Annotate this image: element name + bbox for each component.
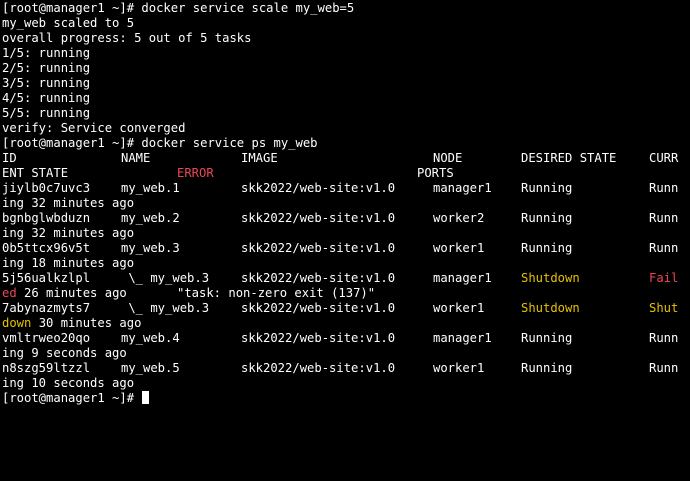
task-current-state: Runn	[649, 331, 679, 345]
task-current-state: Runn	[649, 181, 679, 195]
task-id: jiylb0c7uvc3	[2, 181, 91, 195]
task-current-state-cont: ed 26 minutes ago	[2, 286, 127, 301]
table-row-wrap: down 30 minutes ago	[2, 316, 690, 331]
task-current-state: Runn	[649, 211, 679, 225]
table-row: vmltrweo20qo my_web.4 skk2022/web-site:v…	[2, 331, 690, 346]
header-current-state-cont: ENT STATE	[2, 166, 69, 180]
table-row-wrap: ing 32 minutes ago	[2, 196, 690, 211]
table-row: 5j56ualkzlpl \_ my_web.3 skk2022/web-sit…	[2, 271, 690, 286]
task-node: worker1	[433, 241, 485, 255]
task-current-state-time: 30 minutes ago	[31, 316, 142, 330]
task-current-state-cont: ing 10 seconds ago	[2, 376, 135, 390]
output-line: overall progress: 5 out of 5 tasks	[2, 31, 252, 45]
output-line: 5/5: running	[2, 106, 91, 120]
cursor-block[interactable]	[142, 391, 150, 404]
task-name: my_web.3	[121, 241, 180, 255]
task-node: manager1	[433, 271, 492, 285]
task-image: skk2022/web-site:v1.0	[241, 241, 396, 255]
task-current-state-cont: ing 32 minutes ago	[2, 226, 135, 240]
output-line: 3/5: running	[2, 76, 91, 90]
task-current-state-suffix: ed	[2, 286, 17, 300]
header-error: ERROR	[177, 166, 214, 180]
task-id: 5j56ualkzlpl	[2, 271, 91, 285]
table-row-wrap: ed 26 minutes ago "task: non-zero exit (…	[2, 286, 690, 301]
task-name: my_web.2	[121, 211, 180, 225]
task-current-state-cont: ing 32 minutes ago	[2, 196, 135, 210]
header-current-state: CURR	[649, 151, 679, 165]
shell-prompt: [root@manager1 ~]#	[2, 391, 142, 405]
task-image: skk2022/web-site:v1.0	[241, 211, 396, 225]
task-id: n8szg59ltzzl	[2, 361, 91, 375]
task-name: my_web.4	[121, 331, 180, 345]
table-row-wrap: ing 10 seconds ago	[2, 376, 690, 391]
task-node: manager1	[433, 331, 492, 345]
table-row-wrap: ing 9 seconds ago	[2, 346, 690, 361]
output-line: 4/5: running	[2, 91, 91, 105]
task-id: vmltrweo20qo	[2, 331, 91, 345]
output-line: my_web scaled to 5	[2, 16, 135, 30]
table-row-wrap: ing 32 minutes ago	[2, 226, 690, 241]
table-header-wrap: ENT STATE ERROR PORTS	[2, 166, 690, 181]
task-image: skk2022/web-site:v1.0	[241, 361, 396, 375]
task-image: skk2022/web-site:v1.0	[241, 181, 396, 195]
terminal-window[interactable]: [root@manager1 ~]# docker service scale …	[0, 0, 690, 411]
task-current-state: Fail	[649, 271, 679, 285]
task-desired-state: Shutdown	[521, 301, 580, 315]
command-line[interactable]: [root@manager1 ~]#	[2, 391, 690, 406]
task-node: worker2	[433, 211, 485, 225]
table-row: bgnbglwbduzn my_web.2 skk2022/web-site:v…	[2, 211, 690, 226]
command-line: [root@manager1 ~]# docker service scale …	[2, 1, 690, 16]
task-current-state: Runn	[649, 361, 679, 375]
task-image: skk2022/web-site:v1.0	[241, 271, 396, 285]
output-line: verify: Service converged	[2, 121, 186, 135]
task-node: manager1	[433, 181, 492, 195]
table-row-wrap: ing 18 minutes ago	[2, 256, 690, 271]
table-row: 7abynazmyts7 \_ my_web.3 skk2022/web-sit…	[2, 301, 690, 316]
task-node: worker1	[433, 361, 485, 375]
output-line: 2/5: running	[2, 61, 91, 75]
output-line: 1/5: running	[2, 46, 91, 60]
task-current-state: Runn	[649, 241, 679, 255]
header-desired-state: DESIRED STATE	[521, 151, 617, 165]
header-image: IMAGE	[241, 151, 278, 165]
table-header: ID NAME IMAGE NODE DESIRED STATE CURR	[2, 151, 690, 166]
task-image: skk2022/web-site:v1.0	[241, 331, 396, 345]
header-id: ID	[2, 151, 17, 165]
task-id: 7abynazmyts7	[2, 301, 91, 315]
shell-prompt: [root@manager1 ~]#	[2, 136, 142, 150]
task-error: "task: non-zero exit (137)"	[177, 286, 376, 300]
task-current-state-cont: down 30 minutes ago	[2, 316, 141, 331]
task-desired-state: Running	[521, 361, 573, 375]
task-current-state-time: 26 minutes ago	[16, 286, 127, 300]
task-image: skk2022/web-site:v1.0	[241, 301, 396, 315]
task-id: bgnbglwbduzn	[2, 211, 91, 225]
command-line: [root@manager1 ~]# docker service ps my_…	[2, 136, 690, 151]
task-desired-state: Running	[521, 241, 573, 255]
command-text: docker service ps my_web	[141, 136, 318, 150]
task-name: \_ my_web.3	[121, 301, 210, 315]
task-name: my_web.1	[121, 181, 180, 195]
task-current-state-cont: ing 9 seconds ago	[2, 346, 127, 360]
task-id: 0b5ttcx96v5t	[2, 241, 91, 255]
command-text: docker service scale my_web=5	[141, 1, 355, 15]
table-row: jiylb0c7uvc3 my_web.1 skk2022/web-site:v…	[2, 181, 690, 196]
task-current-state: Shut	[649, 301, 679, 315]
task-desired-state: Running	[521, 181, 573, 195]
task-current-state-cont: ing 18 minutes ago	[2, 256, 135, 270]
table-row: n8szg59ltzzl my_web.5 skk2022/web-site:v…	[2, 361, 690, 376]
task-current-state-suffix: down	[2, 316, 32, 330]
task-desired-state: Running	[521, 331, 573, 345]
task-name: my_web.5	[121, 361, 180, 375]
shell-prompt: [root@manager1 ~]#	[2, 1, 142, 15]
table-row: 0b5ttcx96v5t my_web.3 skk2022/web-site:v…	[2, 241, 690, 256]
header-name: NAME	[121, 151, 151, 165]
task-desired-state: Running	[521, 211, 573, 225]
header-node: NODE	[433, 151, 463, 165]
task-node: worker1	[433, 301, 485, 315]
header-ports: PORTS	[417, 166, 454, 180]
task-name: \_ my_web.3	[121, 271, 210, 285]
task-desired-state: Shutdown	[521, 271, 580, 285]
